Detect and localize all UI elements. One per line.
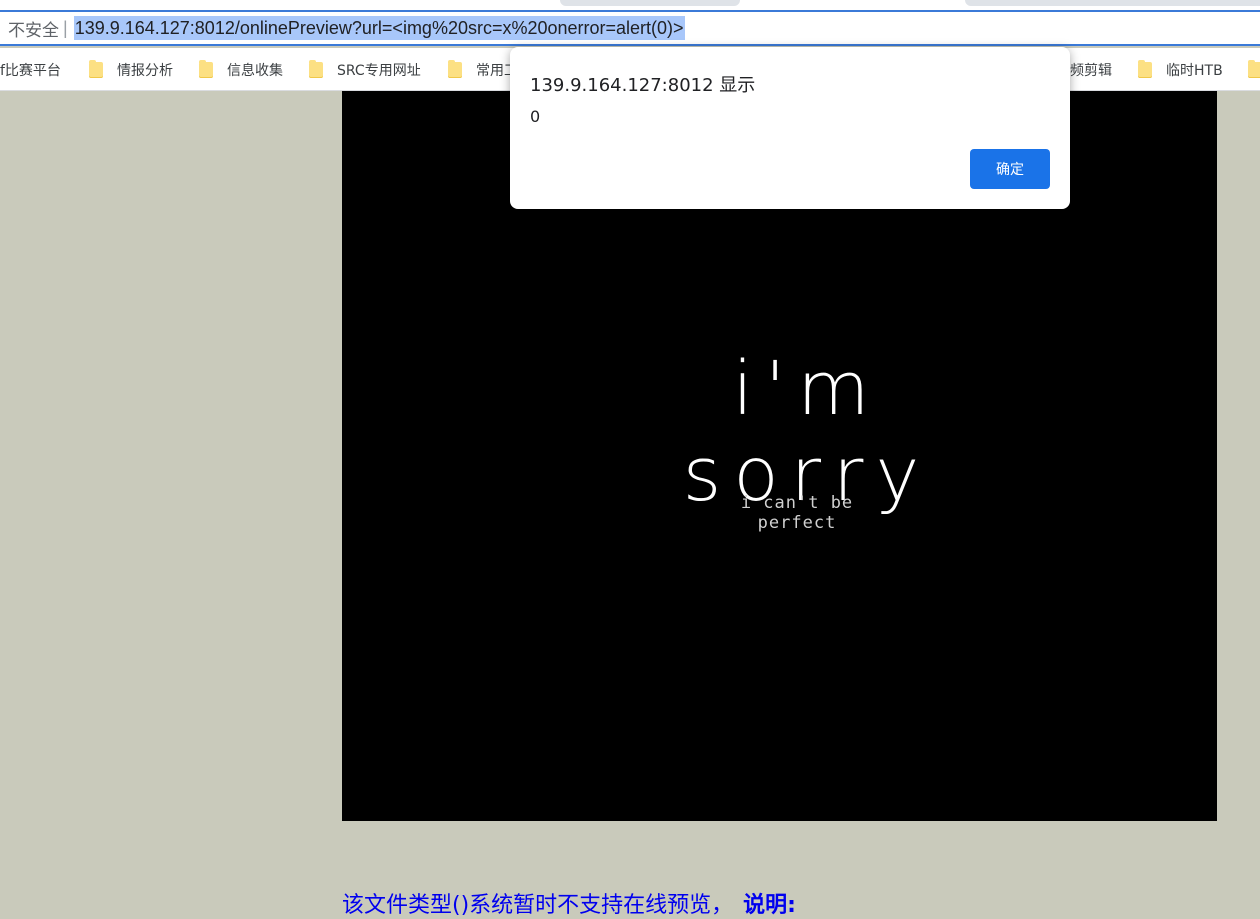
folder-icon — [1248, 59, 1260, 78]
unsupported-message: 该文件类型()系统暂时不支持在线预览， 说明: — [342, 887, 796, 918]
alert-dialog: 139.9.164.127:8012 显示 0 确定 — [510, 47, 1070, 209]
bookmark-label: 信息收集 — [227, 62, 283, 79]
bookmark-label: 临时HTB — [1166, 62, 1223, 79]
bookmark-label: 频剪辑 — [1070, 62, 1112, 79]
url-input[interactable]: 139.9.164.127:8012/onlinePreview?url=<im… — [73, 16, 685, 40]
bookmark-item[interactable]: SRC专用网址 — [309, 48, 421, 91]
folder-icon — [309, 59, 323, 78]
browser-tab[interactable] — [560, 0, 740, 6]
bookmark-item[interactable]: 常用工 — [448, 48, 518, 91]
image-sub-text: i can't be perfect — [740, 493, 854, 533]
bookmark-item[interactable]: 情报分析 — [89, 48, 173, 91]
browser-tab-strip — [0, 0, 1260, 12]
address-separator: | — [63, 17, 68, 38]
bookmark-item[interactable]: 临时HTB — [1138, 48, 1223, 91]
bookmark-item[interactable] — [1248, 48, 1260, 91]
bookmark-item[interactable]: 信息收集 — [199, 48, 283, 91]
note-label: 说明: — [743, 893, 796, 918]
alert-message: 0 — [530, 107, 541, 126]
unsupported-text: 该文件类型()系统暂时不支持在线预览， — [342, 893, 734, 918]
folder-icon — [1138, 59, 1152, 78]
bookmark-label: SRC专用网址 — [337, 62, 421, 79]
bookmark-item[interactable]: 频剪辑 — [1070, 48, 1112, 91]
alert-title: 139.9.164.127:8012 显示 — [530, 75, 756, 96]
folder-icon — [199, 59, 213, 78]
address-bar[interactable]: 不安全 | 139.9.164.127:8012/onlinePreview?u… — [0, 12, 1260, 46]
folder-icon — [448, 59, 462, 78]
bookmark-label: 情报分析 — [117, 62, 173, 79]
bookmark-label: f比赛平台 — [0, 62, 61, 79]
security-indicator[interactable]: 不安全 — [8, 16, 59, 41]
browser-tab[interactable] — [965, 0, 1260, 6]
folder-icon — [89, 59, 103, 78]
bookmark-item[interactable]: f比赛平台 — [0, 48, 61, 91]
ok-button[interactable]: 确定 — [970, 149, 1050, 189]
